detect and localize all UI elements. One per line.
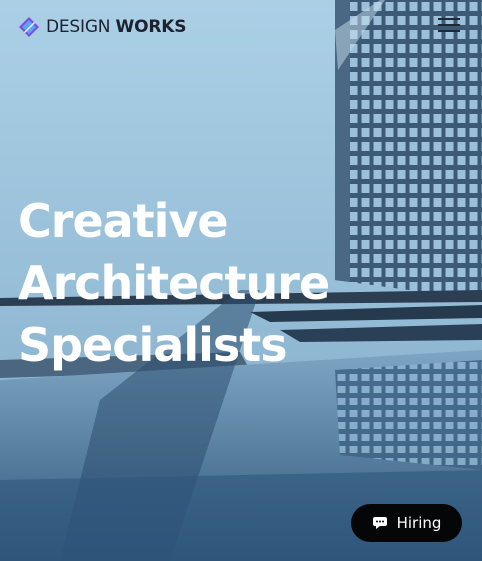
hiring-button-label: Hiring — [396, 514, 442, 532]
hamburger-menu-icon — [438, 18, 460, 20]
site-header: DESIGN WORKS — [0, 0, 482, 56]
brand-name-light: DESIGN — [46, 17, 111, 37]
hamburger-menu-icon-bar-3 — [438, 30, 460, 32]
diamond-pencil-logo-icon — [19, 17, 39, 37]
chat-bubble-icon — [372, 517, 387, 529]
headline-line-1: Creative — [18, 194, 229, 248]
hamburger-menu-icon-bar-2 — [438, 24, 460, 26]
brand-name: DESIGN WORKS — [46, 17, 186, 37]
hero-headline: Creative Architecture Specialists — [18, 190, 458, 376]
brand-logo[interactable]: DESIGN WORKS — [18, 15, 186, 39]
headline-line-3: Specialists — [18, 318, 288, 372]
headline-line-2: Architecture — [18, 256, 330, 310]
hiring-button[interactable]: Hiring — [351, 504, 462, 542]
brand-name-bold: WORKS — [115, 17, 187, 37]
hero-section: DESIGN WORKS Creative Architecture Speci… — [0, 0, 482, 561]
hamburger-menu-button[interactable] — [435, 14, 463, 36]
